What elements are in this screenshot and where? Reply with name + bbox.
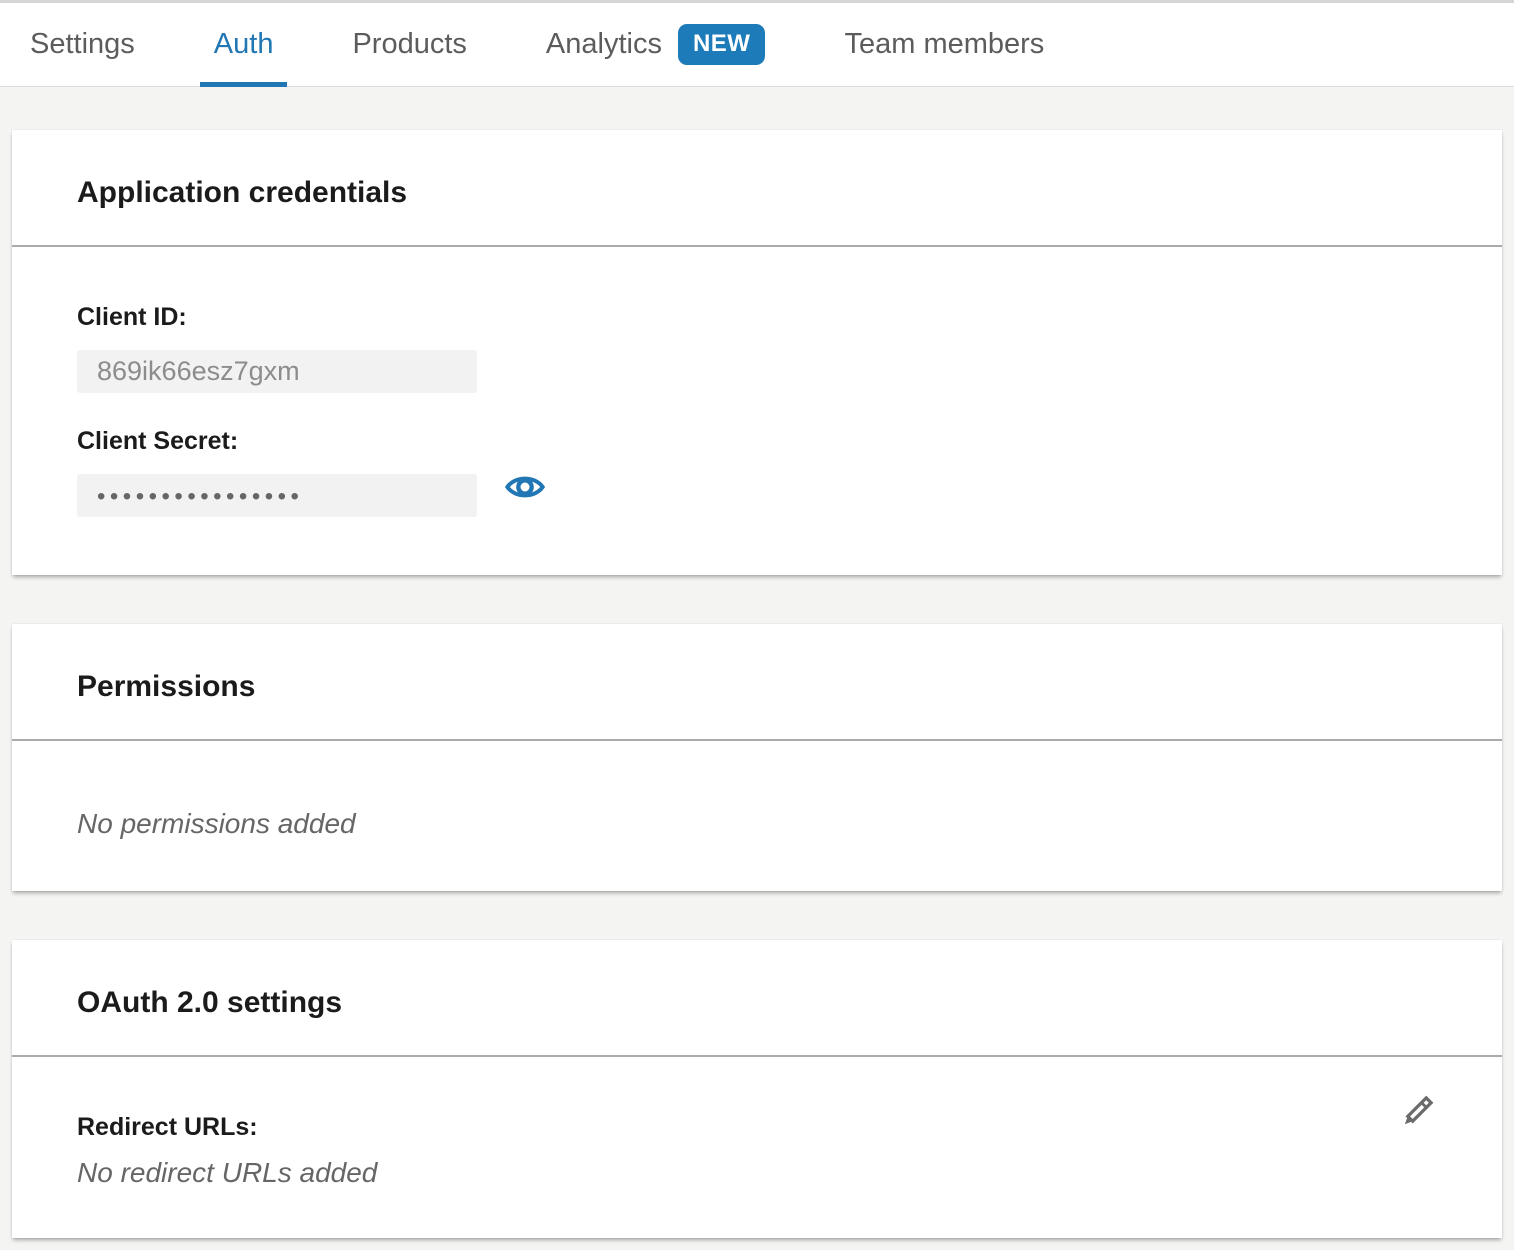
application-credentials-card: Application credentials Client ID: 869ik… <box>12 130 1502 575</box>
tab-settings[interactable]: Settings <box>16 3 149 86</box>
client-secret-row: •••••••••••••••• <box>77 456 1437 517</box>
card-header: Permissions <box>12 624 1502 741</box>
card-body: No permissions added <box>12 741 1502 891</box>
tab-auth[interactable]: Auth <box>200 3 288 86</box>
application-credentials-title: Application credentials <box>77 174 1437 212</box>
reveal-secret-button[interactable] <box>505 471 545 503</box>
tab-products[interactable]: Products <box>338 3 480 86</box>
new-badge: NEW <box>678 24 766 65</box>
oauth-settings-card: OAuth 2.0 settings Redirect URL <box>12 940 1502 1238</box>
page-content: Application credentials Client ID: 869ik… <box>0 87 1514 1250</box>
tab-analytics[interactable]: Analytics NEW <box>532 3 780 86</box>
eye-icon <box>505 471 545 503</box>
oauth-settings-title: OAuth 2.0 settings <box>77 984 1437 1022</box>
permissions-card: Permissions No permissions added <box>12 624 1502 891</box>
card-header: Application credentials <box>12 130 1502 247</box>
tab-label: Analytics <box>546 28 662 61</box>
card-header: OAuth 2.0 settings <box>12 940 1502 1057</box>
tab-team-members[interactable]: Team members <box>830 3 1058 86</box>
edit-redirect-urls-button[interactable] <box>1394 1089 1440 1135</box>
redirect-urls-label: Redirect URLs: <box>77 1112 1437 1142</box>
client-secret-value[interactable]: •••••••••••••••• <box>77 474 477 517</box>
app-auth-page: Settings Auth Products Analytics NEW Tea… <box>0 0 1514 1250</box>
pencil-icon <box>1394 1089 1440 1135</box>
tab-label: Settings <box>30 28 135 61</box>
tab-label: Team members <box>844 28 1044 61</box>
client-secret-label: Client Secret: <box>77 426 1437 456</box>
card-body: Client ID: 869ik66esz7gxm Client Secret:… <box>12 247 1502 575</box>
tab-label: Products <box>352 28 466 61</box>
client-id-label: Client ID: <box>77 302 1437 332</box>
tab-label: Auth <box>214 28 274 61</box>
redirect-urls-empty-text: No redirect URLs added <box>77 1158 1437 1188</box>
card-body: Redirect URLs: No redirect URLs added <box>12 1057 1502 1238</box>
permissions-empty-text: No permissions added <box>77 809 1437 839</box>
tab-bar: Settings Auth Products Analytics NEW Tea… <box>0 0 1514 87</box>
client-id-value[interactable]: 869ik66esz7gxm <box>77 350 477 393</box>
permissions-title: Permissions <box>77 668 1437 706</box>
